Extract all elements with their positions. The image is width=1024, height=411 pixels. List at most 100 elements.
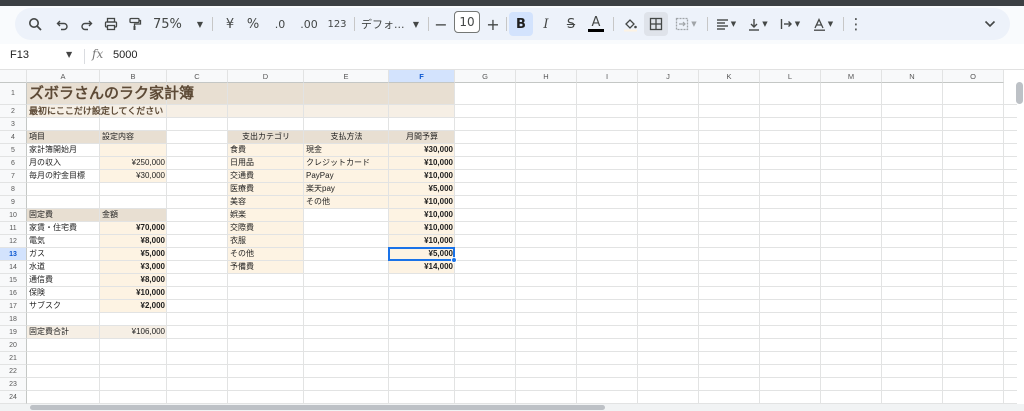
font-size-increase-button[interactable]: + (484, 12, 502, 36)
fixed-total-value[interactable]: ¥106,000 (100, 326, 167, 339)
budget-amount[interactable]: ¥10,000 (389, 222, 455, 235)
budget-category[interactable]: 予備費 (228, 261, 304, 274)
budget-amount[interactable]: ¥10,000 (389, 209, 455, 222)
text-rotation-icon[interactable]: ▼ (808, 12, 838, 36)
name-box[interactable]: F13 (10, 49, 29, 61)
undo-icon[interactable] (51, 12, 73, 36)
settings-label[interactable]: 毎月の貯金目標 (27, 170, 100, 183)
sheet-title[interactable]: ズボラさんのラク家計簿 (27, 83, 447, 105)
collapse-toolbar-button[interactable] (979, 12, 1001, 36)
vertical-scrollbar[interactable] (1016, 82, 1023, 104)
payment-method[interactable]: PayPay (304, 170, 389, 183)
fixed-cost-label[interactable]: 電気 (27, 235, 100, 248)
row-header[interactable]: 23 (0, 378, 27, 391)
borders-icon[interactable] (644, 12, 668, 36)
budget-category[interactable]: 美容 (228, 196, 304, 209)
fixed-cost-value[interactable]: ¥2,000 (100, 300, 167, 313)
increase-decimal-button[interactable]: .00 (295, 12, 323, 36)
row-header[interactable]: 24 (0, 391, 27, 404)
text-color-button[interactable]: A (584, 12, 608, 36)
print-icon[interactable] (100, 12, 122, 36)
fixed-total-label[interactable]: 固定費合計 (27, 326, 100, 339)
fixed-cost-value[interactable]: ¥3,000 (100, 261, 167, 274)
row-header[interactable]: 18 (0, 313, 27, 326)
row-header[interactable]: 21 (0, 352, 27, 365)
budget-amount[interactable]: ¥10,000 (389, 196, 455, 209)
row-header[interactable]: 15 (0, 274, 27, 287)
row-header[interactable]: 1 (0, 83, 27, 105)
column-header[interactable]: E (304, 70, 389, 83)
row-header[interactable]: 7 (0, 170, 27, 183)
fixed-cost-value[interactable]: ¥70,000 (100, 222, 167, 235)
fixed-header-value[interactable]: 金額 (100, 209, 167, 222)
fill-color-icon[interactable] (618, 12, 642, 36)
row-header[interactable]: 20 (0, 339, 27, 352)
fixed-cost-label[interactable]: ガス (27, 248, 100, 261)
payment-method[interactable]: その他 (304, 196, 389, 209)
merge-cells-icon[interactable]: ▼ (670, 12, 702, 36)
budget-amount[interactable]: ¥10,000 (389, 170, 455, 183)
payment-method[interactable]: 現金 (304, 144, 389, 157)
search-icon[interactable] (23, 12, 47, 36)
vertical-align-icon[interactable]: ▼ (744, 12, 772, 36)
column-header[interactable]: J (638, 70, 699, 83)
column-header[interactable]: K (699, 70, 760, 83)
selected-cell-outline[interactable] (388, 247, 455, 261)
percent-format-button[interactable]: % (243, 12, 263, 36)
row-header[interactable]: 3 (0, 118, 27, 131)
column-header[interactable]: G (455, 70, 516, 83)
currency-format-button[interactable]: ¥ (221, 12, 239, 36)
number-format-button[interactable]: 123 (324, 12, 350, 36)
row-header[interactable]: 13 (0, 248, 27, 261)
row-header[interactable]: 19 (0, 326, 27, 339)
budget-header-amount[interactable]: 月間予算 (389, 131, 455, 144)
budget-amount[interactable]: ¥5,000 (389, 183, 455, 196)
column-header[interactable]: B (100, 70, 167, 83)
fixed-cost-value[interactable]: ¥10,000 (100, 287, 167, 300)
column-header[interactable]: O (943, 70, 1004, 83)
row-header[interactable]: 10 (0, 209, 27, 222)
column-header[interactable]: A (27, 70, 100, 83)
row-header[interactable]: 17 (0, 300, 27, 313)
budget-category[interactable]: 衣服 (228, 235, 304, 248)
budget-category[interactable]: 娯楽 (228, 209, 304, 222)
row-header[interactable]: 12 (0, 235, 27, 248)
column-header[interactable]: I (577, 70, 638, 83)
row-header[interactable]: 8 (0, 183, 27, 196)
budget-header-payment[interactable]: 支払方法 (304, 131, 389, 144)
column-header[interactable]: N (882, 70, 943, 83)
paint-format-icon[interactable] (124, 12, 146, 36)
fixed-cost-value[interactable]: ¥8,000 (100, 235, 167, 248)
row-header[interactable]: 2 (0, 105, 27, 118)
budget-category[interactable]: 食費 (228, 144, 304, 157)
chevron-down-icon[interactable]: ▼ (66, 50, 72, 59)
settings-header-item[interactable]: 項目 (27, 131, 100, 144)
column-header[interactable]: F (389, 70, 455, 83)
fixed-cost-label[interactable]: 通信費 (27, 274, 100, 287)
row-header[interactable]: 16 (0, 287, 27, 300)
font-size-decrease-button[interactable]: − (432, 12, 450, 36)
font-family-select[interactable]: デフォ... ▼ (357, 12, 423, 36)
budget-category[interactable]: 交通費 (228, 170, 304, 183)
font-size-input[interactable]: 10 (454, 11, 480, 33)
strikethrough-button[interactable]: S (560, 12, 582, 36)
more-options-button[interactable]: ⋮ (847, 12, 865, 36)
settings-header-value[interactable]: 設定内容 (100, 131, 167, 144)
redo-icon[interactable] (75, 12, 97, 36)
row-header[interactable]: 9 (0, 196, 27, 209)
row-header[interactable]: 22 (0, 365, 27, 378)
fixed-cost-label[interactable]: 水道 (27, 261, 100, 274)
column-header[interactable]: L (760, 70, 821, 83)
decrease-decimal-button[interactable]: .0 (267, 12, 293, 36)
settings-value[interactable]: ¥250,000 (100, 157, 167, 170)
fixed-cost-value[interactable]: ¥8,000 (100, 274, 167, 287)
budget-category[interactable]: 日用品 (228, 157, 304, 170)
horizontal-scrollbar[interactable] (30, 405, 605, 410)
row-header[interactable]: 5 (0, 144, 27, 157)
formula-input[interactable]: 5000 (113, 49, 137, 61)
sheet-subtitle[interactable]: 最初にここだけ設定してください (27, 105, 427, 118)
fixed-header-item[interactable]: 固定費 (27, 209, 100, 222)
settings-value[interactable] (100, 144, 167, 157)
budget-header-category[interactable]: 支出カテゴリ (228, 131, 304, 144)
column-header[interactable]: H (516, 70, 577, 83)
